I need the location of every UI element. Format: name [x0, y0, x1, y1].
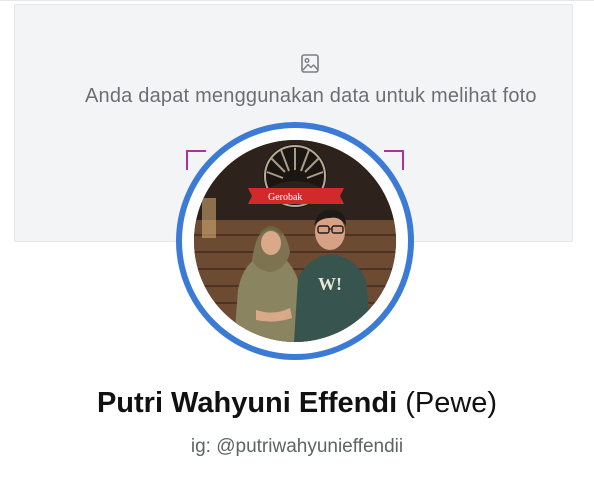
- profile-bio: ig: @putriwahyunieffendii: [190, 436, 404, 457]
- profile-avatar[interactable]: Gerobak W!: [176, 122, 414, 360]
- cover-load-message: Anda dapat menggunakan data untuk meliha…: [85, 85, 537, 107]
- profile-full-name: Putri Wahyuni Effendi: [96, 387, 398, 419]
- profile-photo: Gerobak W!: [194, 140, 396, 342]
- gerobak-sign: Gerobak: [248, 188, 344, 204]
- profile-name: Putri Wahyuni Effendi (Pewe): [0, 383, 594, 423]
- image-icon: [298, 53, 322, 75]
- profile-nickname: (Pewe): [405, 387, 498, 419]
- svg-text:W!: W!: [318, 274, 342, 294]
- sign-text: Gerobak: [268, 192, 302, 203]
- top-divider: [0, 0, 594, 1]
